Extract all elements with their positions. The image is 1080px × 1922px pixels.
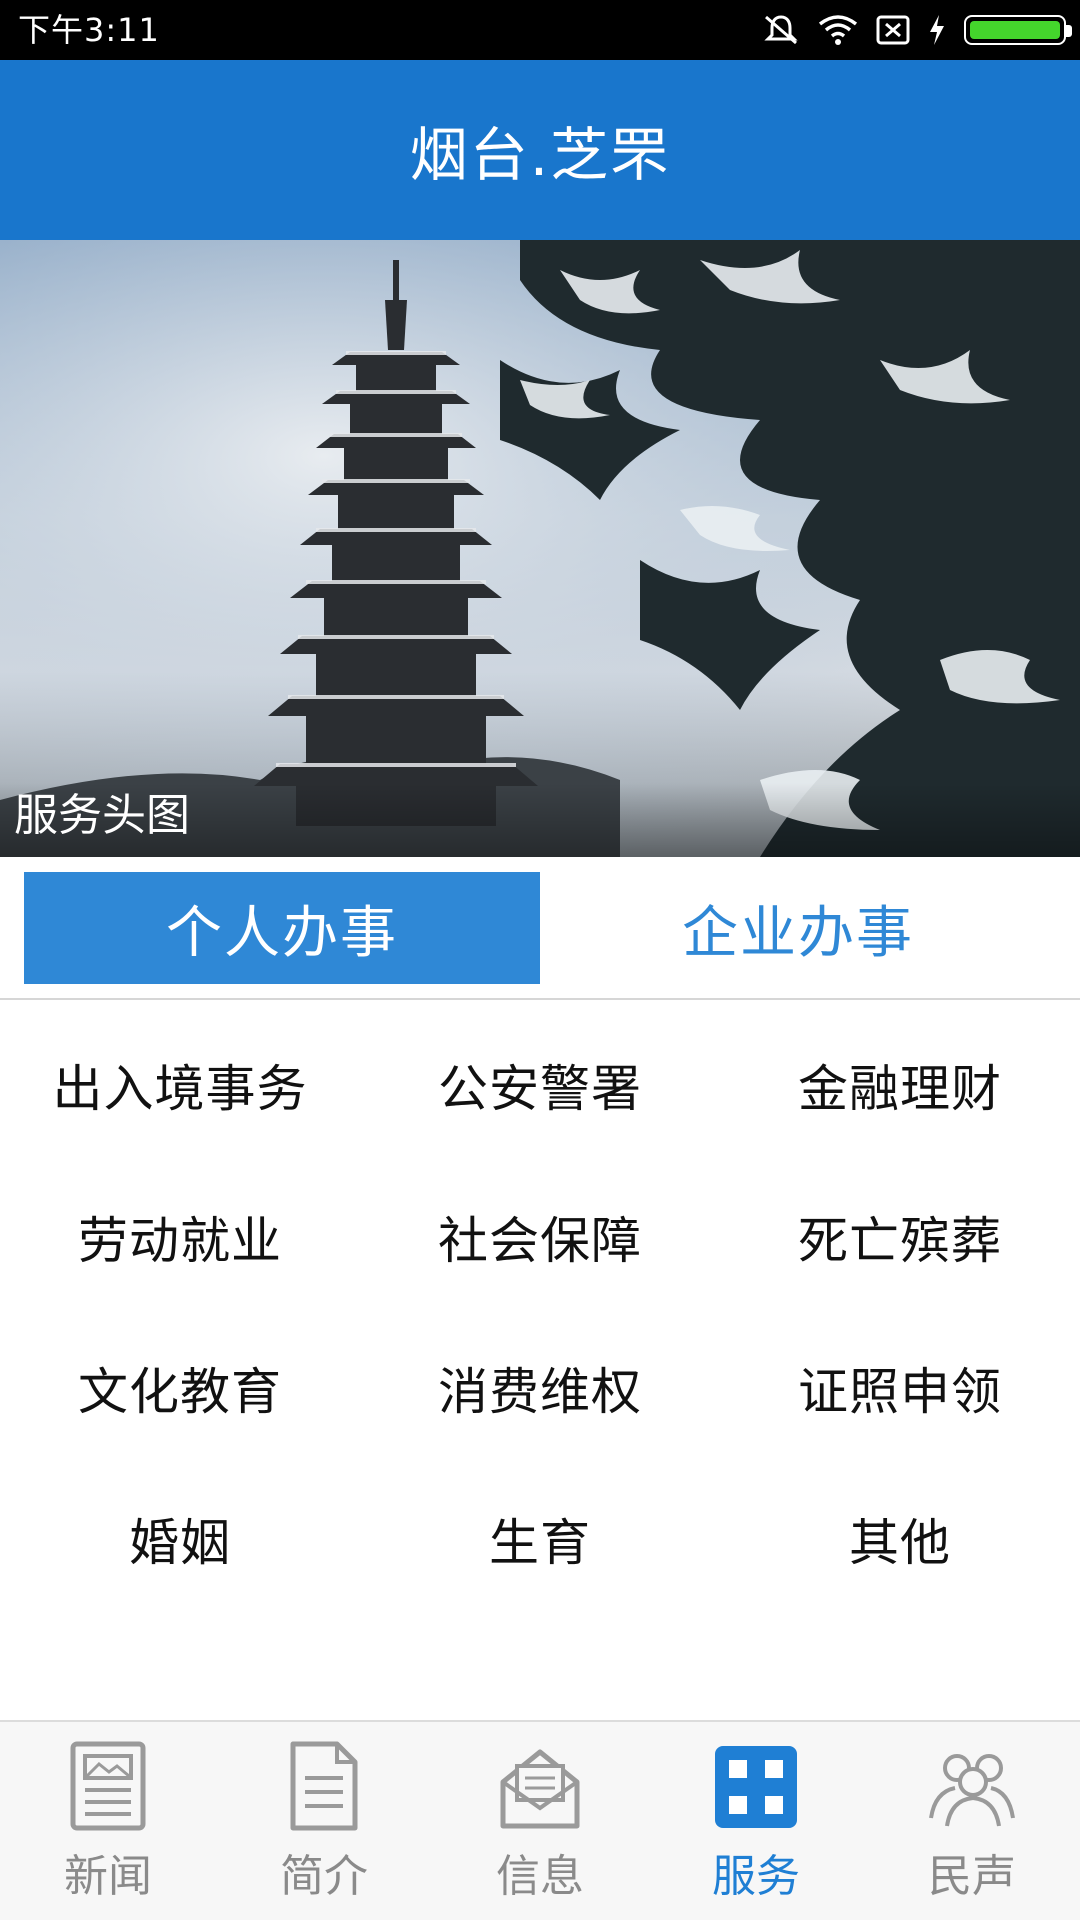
news-icon bbox=[70, 1741, 146, 1831]
service-item[interactable]: 死亡殡葬 bbox=[720, 1162, 1080, 1312]
tab-personal-affairs[interactable]: 个人办事 bbox=[24, 872, 540, 984]
bottom-nav: 新闻 简介 信息 服务 民声 bbox=[0, 1720, 1080, 1920]
nav-label: 信息 bbox=[496, 1851, 584, 1902]
tabs-divider bbox=[0, 998, 1080, 1000]
nav-label: 服务 bbox=[712, 1851, 800, 1902]
service-item[interactable]: 其他 bbox=[720, 1464, 1080, 1614]
page-title: 烟台.芝罘 bbox=[409, 121, 671, 189]
pagoda-landscape-illustration bbox=[0, 240, 1080, 857]
grid-icon bbox=[715, 1746, 797, 1828]
nav-item-info[interactable]: 信息 bbox=[432, 1722, 648, 1922]
charging-icon bbox=[930, 15, 944, 45]
service-item[interactable]: 消费维权 bbox=[360, 1313, 720, 1463]
nav-item-intro[interactable]: 简介 bbox=[216, 1722, 432, 1922]
status-time: 下午3:11 bbox=[18, 11, 160, 49]
banner-caption: 服务头图 bbox=[14, 790, 190, 841]
wifi-icon bbox=[818, 15, 858, 45]
nav-label: 民声 bbox=[928, 1851, 1016, 1902]
service-item[interactable]: 婚姻 bbox=[0, 1464, 360, 1614]
nav-item-public-voice[interactable]: 民声 bbox=[864, 1722, 1080, 1922]
app-bar: 烟台.芝罘 bbox=[0, 60, 1080, 240]
battery-icon bbox=[964, 15, 1072, 45]
status-bar: 下午3:11 bbox=[0, 0, 1080, 60]
service-item[interactable]: 生育 bbox=[360, 1464, 720, 1614]
people-icon bbox=[929, 1754, 1015, 1827]
service-item[interactable]: 证照申领 bbox=[720, 1313, 1080, 1463]
nav-item-services[interactable]: 服务 bbox=[648, 1722, 864, 1922]
service-item[interactable]: 劳动就业 bbox=[0, 1162, 360, 1312]
status-icons bbox=[762, 12, 1072, 48]
nav-label: 新闻 bbox=[64, 1851, 152, 1902]
service-tabs: 个人办事 企业办事 bbox=[0, 857, 1080, 999]
service-item[interactable]: 文化教育 bbox=[0, 1313, 360, 1463]
nav-label: 简介 bbox=[280, 1851, 368, 1902]
service-item[interactable]: 出入境事务 bbox=[0, 1010, 360, 1160]
service-item[interactable]: 社会保障 bbox=[360, 1162, 720, 1312]
no-sim-icon bbox=[876, 15, 910, 45]
mute-vibrate-icon bbox=[764, 15, 798, 45]
service-item[interactable]: 公安警署 bbox=[360, 1010, 720, 1160]
service-item[interactable]: 金融理财 bbox=[720, 1010, 1080, 1160]
document-icon bbox=[290, 1741, 358, 1831]
mail-icon bbox=[500, 1749, 580, 1829]
tab-enterprise-affairs[interactable]: 企业办事 bbox=[540, 872, 1056, 984]
banner-caption-overlay: 服务头图 bbox=[0, 783, 1080, 857]
banner-image[interactable]: 服务头图 bbox=[0, 240, 1080, 857]
nav-item-news[interactable]: 新闻 bbox=[0, 1722, 216, 1922]
